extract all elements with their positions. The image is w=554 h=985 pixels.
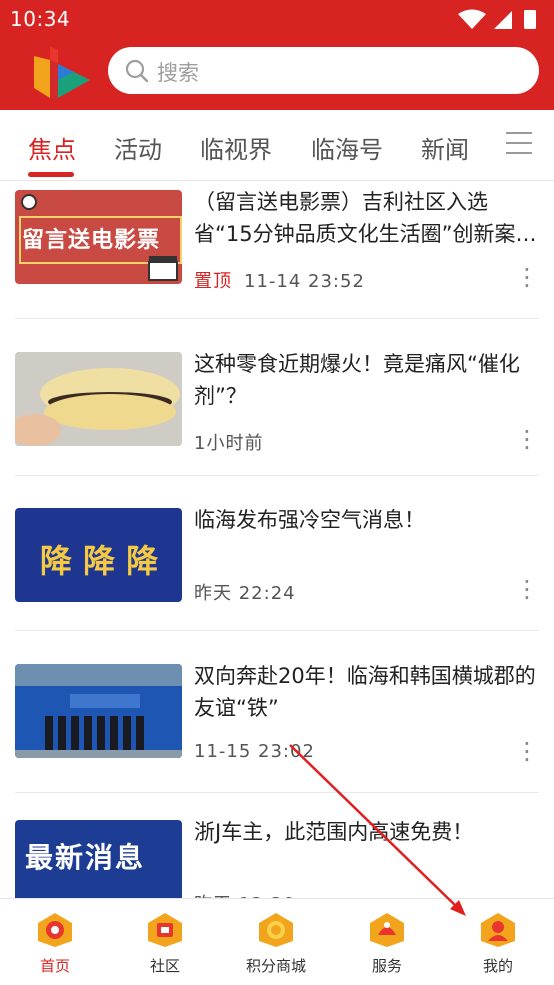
pinned-tag: 置顶 [194, 271, 232, 292]
list-item[interactable]: 降 降 降 临海发布强冷空气消息！ 昨天 22:24 ⋮ [0, 492, 554, 642]
tab-linhaihao[interactable]: 临海号 [311, 130, 383, 165]
tab-linshijie[interactable]: 临视界 [200, 130, 272, 165]
divider [15, 318, 539, 319]
status-time: 10:34 [10, 7, 71, 31]
search-bar[interactable]: 搜索 [108, 47, 539, 94]
tab-news[interactable]: 新闻 [421, 130, 469, 165]
profile-icon [481, 913, 515, 947]
list-item[interactable]: 这种零食近期爆火！竟是痛风“催化剂”？ 1小时前 ⋮ [0, 336, 554, 486]
nav-points-mall[interactable]: 积分商城 [221, 899, 331, 985]
search-placeholder: 搜索 [157, 61, 199, 85]
nav-profile[interactable]: 我的 [443, 899, 553, 985]
more-options-icon[interactable]: ⋮ [515, 427, 539, 451]
article-title: 浙J车主，此范围内高速免费！ [194, 820, 474, 844]
nav-community[interactable]: 社区 [110, 899, 220, 985]
article-title: 这种零食近期爆火！竟是痛风“催化剂”？ [194, 352, 520, 408]
article-time: 昨天 13:30 [194, 890, 296, 898]
tab-activity[interactable]: 活动 [114, 130, 162, 165]
app-logo [34, 46, 90, 100]
active-tab-indicator [28, 172, 74, 177]
wifi-icon [458, 9, 486, 29]
more-options-icon[interactable]: ⋮ [515, 265, 539, 289]
nav-points-mall-label: 积分商城 [245, 957, 306, 975]
article-time: 11-14 23:52 [244, 271, 365, 292]
signal-icon [494, 11, 512, 29]
divider [15, 475, 539, 476]
battery-icon [524, 10, 536, 29]
community-icon [148, 913, 182, 947]
channel-tabs: 焦点 活动 临视界 临海号 新闻 [0, 110, 554, 181]
nav-home[interactable]: 首页 [0, 899, 110, 985]
list-item[interactable]: 留言送电影票 （留言送电影票）吉利社区入选省“15分钟品质文化生活圈”创新案… … [0, 180, 554, 330]
app-header: 10:34 搜索 [0, 0, 554, 110]
more-options-icon[interactable]: ⋮ [515, 739, 539, 763]
list-item[interactable]: 最新消息 浙J车主，此范围内高速免费！ 昨天 13:30 [0, 808, 554, 898]
channel-menu-icon[interactable] [506, 132, 532, 156]
status-icons [458, 9, 536, 29]
article-time: 1小时前 [194, 433, 264, 454]
tab-focus[interactable]: 焦点 [28, 130, 76, 165]
nav-service-label: 服务 [371, 957, 402, 975]
article-thumbnail: 降 降 降 [15, 508, 182, 602]
search-icon [125, 59, 149, 83]
snack-photo [15, 352, 182, 446]
list-item[interactable]: 双向奔赴20年！临海和韩国横城郡的友谊“铁” 11-15 23:02 ⋮ [0, 648, 554, 798]
bottom-navigation: 首页 社区 积分商城 服务 我的 [0, 898, 554, 985]
magnifier-decoration-icon [21, 194, 37, 210]
status-bar: 10:34 [0, 0, 554, 38]
article-time: 11-15 23:02 [194, 741, 315, 762]
home-icon [38, 913, 72, 947]
article-thumbnail [15, 352, 182, 446]
thumbnail-text: 留言送电影票 [22, 228, 161, 253]
nav-community-label: 社区 [149, 957, 180, 975]
thumbnail-text: 降 降 降 [39, 542, 159, 580]
nav-profile-label: 我的 [482, 957, 513, 975]
divider [15, 792, 539, 793]
article-title: （留言送电影票）吉利社区入选省“15分钟品质文化生活圈”创新案… [194, 190, 537, 246]
more-options-icon[interactable]: ⋮ [515, 577, 539, 601]
article-meta: 置顶 11-14 23:52 [194, 267, 365, 293]
points-mall-icon [259, 913, 293, 947]
thumbnail-text: 最新消息 [25, 841, 146, 874]
nav-home-label: 首页 [39, 957, 70, 975]
article-title: 临海发布强冷空气消息！ [194, 508, 425, 532]
clapperboard-icon [148, 256, 178, 281]
article-thumbnail: 最新消息 [15, 820, 182, 898]
service-icon [370, 913, 404, 947]
ceremony-photo [15, 664, 182, 758]
article-time: 昨天 22:24 [194, 583, 296, 604]
article-thumbnail: 留言送电影票 [15, 190, 182, 284]
article-title: 双向奔赴20年！临海和韩国横城郡的友谊“铁” [194, 664, 536, 720]
article-thumbnail [15, 664, 182, 758]
divider [15, 630, 539, 631]
nav-service[interactable]: 服务 [332, 899, 442, 985]
